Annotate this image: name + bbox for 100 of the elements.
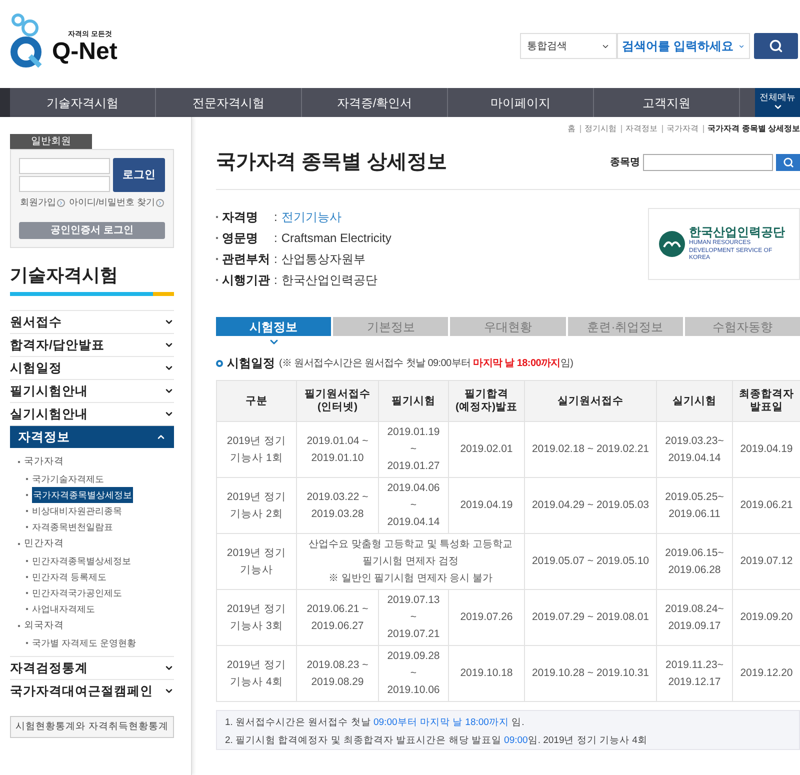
chevron-down-icon bbox=[164, 663, 174, 673]
separator-colon: : bbox=[274, 209, 278, 226]
column-header: 최종합격자 발표일 bbox=[732, 380, 800, 422]
submenu-item[interactable]: 민간자격 등록제도 bbox=[32, 569, 107, 585]
submenu-item[interactable]: 자격종목변천일람표 bbox=[32, 519, 113, 535]
search-button[interactable] bbox=[754, 33, 798, 59]
breadcrumb-link[interactable]: 자격정보 bbox=[620, 125, 658, 133]
table-cell: 2019.07.29 ~ 2019.08.01 bbox=[524, 590, 656, 646]
table-cell: 2019.04.06 ~ 2019.04.14 bbox=[378, 478, 448, 534]
menu-item[interactable]: 국가자격대여근절캠페인 bbox=[10, 679, 174, 702]
nav-item[interactable]: 전문자격시험 bbox=[156, 88, 302, 117]
submenu-group[interactable]: 외국자격 bbox=[24, 617, 64, 635]
info-label: 시행기관 bbox=[222, 272, 270, 289]
search-scope-select[interactable]: 통합검색 bbox=[520, 33, 617, 59]
account-link[interactable]: 아이디/비밀번호 찾기 bbox=[68, 196, 164, 210]
submenu-group[interactable]: 민간자격 bbox=[24, 535, 64, 553]
section-title: 기술자격시험 bbox=[10, 264, 119, 286]
table-cell: 2019.06.15~ 2019.06.28 bbox=[656, 534, 732, 590]
submenu-item[interactable]: 사업내자격제도 bbox=[32, 601, 95, 617]
breadcrumb-link[interactable]: 국가자격 종목별 상세정보 bbox=[702, 125, 800, 133]
table-cell: 2019.10.18 bbox=[448, 646, 524, 702]
breadcrumb-link[interactable]: 정기시험 bbox=[580, 125, 617, 133]
tab[interactable]: 시험정보 bbox=[216, 317, 332, 336]
search-icon bbox=[782, 156, 794, 168]
separator-colon: : bbox=[274, 272, 278, 289]
agency-emblem-icon bbox=[659, 231, 685, 257]
menu-item[interactable]: 시험일정 bbox=[10, 356, 174, 379]
page-title: 국가자격 종목별 상세정보 bbox=[216, 150, 448, 175]
submenu-item[interactable]: 국가기술자격제도 bbox=[32, 471, 104, 487]
table-cell: 산업수요 맞춤형 고등학교 및 특성화 고등학교 필기시험 면제자 검정 ※ 일반인 필기시험 면제자 응시 불가 bbox=[296, 534, 524, 590]
table-cell: 2019년 정기 기능사 1회 bbox=[216, 422, 296, 478]
agency-name: 한국산업인력공단 bbox=[689, 225, 786, 240]
chevron-down-icon bbox=[164, 686, 174, 696]
chevron-down-icon bbox=[164, 317, 174, 327]
chevron-right-icon bbox=[156, 198, 164, 207]
table-cell: 2019.07.13 ~ 2019.07.21 bbox=[378, 590, 448, 646]
search-input-field[interactable]: 검색어를 입력하세요 bbox=[617, 33, 750, 59]
column-header: 구분 bbox=[216, 380, 296, 422]
submenu-item[interactable]: 국가자격종목별상세정보 bbox=[32, 487, 133, 503]
table-cell: 2019.05.25~ 2019.06.11 bbox=[656, 478, 732, 534]
info-label: 관련부처 bbox=[222, 251, 270, 268]
separator-colon: : bbox=[274, 230, 278, 247]
submenu-group[interactable]: 국가자격 bbox=[24, 453, 64, 471]
info-value: 산업통상자원부 bbox=[281, 251, 366, 268]
table-cell: 2019.04.19 bbox=[448, 478, 524, 534]
breadcrumb-link[interactable]: 홈 bbox=[568, 123, 576, 135]
table-cell: 2019.09.28 ~ 2019.10.06 bbox=[378, 646, 448, 702]
info-value: Craftsman Electricity bbox=[281, 230, 392, 247]
item-search-field[interactable] bbox=[643, 154, 773, 170]
table-cell: 2019년 정기 기능사 bbox=[216, 534, 296, 590]
all-menu-button[interactable]: 전체메뉴 bbox=[755, 88, 800, 117]
item-search-label: 종목명 bbox=[610, 156, 640, 170]
info-label: 자격명 bbox=[222, 209, 258, 226]
submenu-item[interactable]: 민간자격종목별상세정보 bbox=[32, 553, 131, 569]
menu-item[interactable]: 자격정보 bbox=[10, 425, 174, 448]
menu-item[interactable]: 자격검정통계 bbox=[10, 656, 174, 679]
menu-item[interactable]: 원서접수 bbox=[10, 310, 174, 333]
table-cell: 2019.06.21 ~ 2019.06.27 bbox=[296, 590, 378, 646]
info-value: 한국산업인력공단 bbox=[281, 272, 378, 289]
menu-item[interactable]: 필기시험안내 bbox=[10, 379, 174, 402]
logo-text: Q-Net bbox=[52, 40, 118, 64]
table-cell: 2019.01.04 ~ 2019.01.10 bbox=[296, 422, 378, 478]
id-input-field[interactable] bbox=[19, 158, 110, 174]
table-cell: 2019.02.18 ~ 2019.02.21 bbox=[524, 422, 656, 478]
info-label: 영문명 bbox=[222, 230, 258, 247]
search-icon bbox=[769, 39, 783, 53]
separator-colon: : bbox=[274, 251, 278, 268]
nav-item[interactable]: 기술자격시험 bbox=[10, 88, 156, 117]
table-cell: 2019.05.07 ~ 2019.05.10 bbox=[524, 534, 656, 590]
table-cell: 2019.03.23~ 2019.04.14 bbox=[656, 422, 732, 478]
table-cell: 2019.08.24~ 2019.09.17 bbox=[656, 590, 732, 646]
table-cell: 2019년 정기 기능사 2회 bbox=[216, 478, 296, 534]
chevron-down-icon bbox=[164, 386, 174, 396]
bullet-icon bbox=[216, 360, 223, 366]
login-button[interactable]: 로그인 bbox=[113, 158, 165, 192]
password-input-field[interactable] bbox=[19, 176, 110, 192]
member-tab[interactable]: 일반회원 bbox=[10, 134, 92, 149]
breadcrumb-link[interactable]: 국가자격 bbox=[662, 125, 699, 133]
submenu-item[interactable]: 민간자격국가공인제도 bbox=[32, 585, 122, 601]
search-button[interactable] bbox=[776, 154, 800, 170]
account-link[interactable]: 회원가입 bbox=[20, 196, 65, 210]
column-header: 필기시험 bbox=[378, 380, 448, 422]
note-text: 2. 필기시험 합격예정자 및 최종합격자 발표시간은 해당 발표일 09:00임. 2019년 정기 기능사 4회 bbox=[225, 734, 648, 748]
note-text: 1. 원서접수시간은 원서접수 첫날 09:00부터 마지막 날 18:00까지 임. bbox=[225, 716, 526, 730]
statistics-button[interactable]: 시험현황통계와 자격취득현황통계 bbox=[10, 716, 174, 738]
column-header: 실기원서접수 bbox=[524, 380, 656, 422]
submenu-item[interactable]: 비상대비자원관리종목 bbox=[32, 503, 122, 519]
table-cell: 2019.10.28 ~ 2019.10.31 bbox=[524, 646, 656, 702]
schedule-note: (※ 원서접수시간은 원서접수 첫날 09:00부터 마지막 날 18:00까지임) bbox=[279, 356, 574, 370]
column-header: 실기시험 bbox=[656, 380, 732, 422]
nav-bar-edge bbox=[0, 88, 10, 117]
chevron-down-icon bbox=[164, 409, 174, 419]
menu-item[interactable]: 합격자/답안발표 bbox=[10, 333, 174, 356]
nav-item[interactable]: 고객지원 bbox=[594, 88, 740, 117]
table-cell: 2019.11.23~ 2019.12.17 bbox=[656, 646, 732, 702]
submenu-item[interactable]: 국가별 자격제도 운영현황 bbox=[32, 635, 136, 651]
nav-item[interactable]: 마이페이지 bbox=[448, 88, 594, 117]
nav-item[interactable]: 자격증/확인서 bbox=[302, 88, 448, 117]
chevron-down-icon bbox=[164, 363, 174, 373]
info-value[interactable]: 전기기능사 bbox=[281, 208, 342, 226]
